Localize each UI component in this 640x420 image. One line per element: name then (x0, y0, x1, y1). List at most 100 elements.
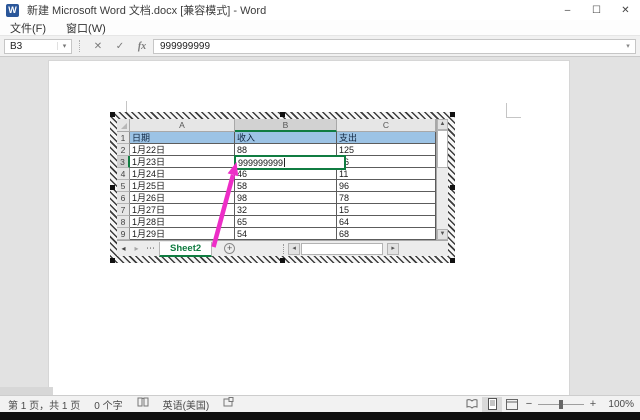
cell-b6[interactable]: 98 (235, 192, 337, 204)
formula-input[interactable]: 999999999 ▾ (153, 39, 636, 54)
window-title: 新建 Microsoft Word 文档.docx [兼容模式] - Word (27, 2, 266, 18)
cell-a5[interactable]: 1月25日 (130, 180, 235, 192)
embedded-excel-object[interactable]: A B C 1 日期 收入 支出 2 1月22日 88 125 (110, 112, 455, 263)
language-indicator[interactable]: 英语(美国) (163, 397, 210, 412)
row-header-3[interactable]: 3 (117, 156, 130, 168)
row-header-8[interactable]: 8 (117, 216, 130, 228)
cell-c6[interactable]: 78 (337, 192, 436, 204)
handle-top-left[interactable] (110, 112, 115, 117)
row-header-4[interactable]: 4 (117, 168, 130, 180)
cell-b8[interactable]: 65 (235, 216, 337, 228)
cancel-entry-icon[interactable]: ✕ (87, 41, 109, 52)
handle-top-middle[interactable] (280, 112, 285, 117)
row-header-5[interactable]: 5 (117, 180, 130, 192)
name-box[interactable]: B3 ▾ (4, 39, 72, 54)
cell-a6[interactable]: 1月26日 (130, 192, 235, 204)
zoom-slider-thumb[interactable] (559, 400, 563, 409)
cell-c4[interactable]: 11 (337, 168, 436, 180)
table-row: 9 1月29日 54 68 (117, 228, 436, 240)
crop-mark-top-left-v (126, 101, 127, 112)
handle-bottom-left[interactable] (110, 258, 115, 263)
zoom-out-button[interactable]: − (522, 398, 536, 410)
column-header-c[interactable]: C (337, 119, 436, 132)
insert-function-icon[interactable]: fx (131, 41, 153, 52)
row-header-9[interactable]: 9 (117, 228, 130, 240)
formula-bar-expand-icon[interactable]: ▾ (621, 42, 635, 50)
cell-a8[interactable]: 1月28日 (130, 216, 235, 228)
macro-record-icon[interactable] (223, 397, 234, 411)
enter-entry-icon[interactable]: ✓ (109, 41, 131, 52)
hscroll-right-icon[interactable]: ▸ (387, 243, 399, 255)
cell-c2[interactable]: 125 (337, 144, 436, 156)
cell-c5[interactable]: 96 (337, 180, 436, 192)
name-box-dropdown-icon[interactable]: ▾ (57, 42, 71, 50)
cell-c7[interactable]: 15 (337, 204, 436, 216)
handle-top-right[interactable] (450, 112, 455, 117)
zoom-slider[interactable] (538, 404, 584, 405)
prev-sheet-icon[interactable]: ◂ (117, 244, 130, 253)
row-header-2[interactable]: 2 (117, 144, 130, 156)
sheet-tab-bar: ◂ ▸ ⋯ Sheet2 + ◂ ▸ (117, 240, 448, 256)
active-cell-value: 999999999 (236, 158, 283, 168)
sheet-vertical-scrollbar[interactable]: ▲ ▼ (436, 119, 448, 240)
handle-bottom-right[interactable] (450, 258, 455, 263)
worksheet-view: A B C 1 日期 收入 支出 2 1月22日 88 125 (117, 119, 448, 256)
add-sheet-icon[interactable]: + (224, 243, 235, 254)
print-layout-icon[interactable] (482, 397, 502, 412)
scroll-down-icon[interactable]: ▼ (437, 229, 448, 240)
tabbar-separator (283, 244, 284, 254)
web-layout-icon[interactable] (502, 397, 522, 412)
zoom-percentage[interactable]: 100% (600, 399, 634, 410)
row-header-1[interactable]: 1 (117, 132, 130, 144)
cell-a7[interactable]: 1月27日 (130, 204, 235, 216)
column-header-b[interactable]: B (235, 119, 337, 132)
select-all-corner[interactable] (117, 119, 130, 132)
cell-a2[interactable]: 1月22日 (130, 144, 235, 156)
tab-sheet2[interactable]: Sheet2 (159, 242, 212, 257)
status-bar: 第 1 页，共 1 页 0 个字 英语(美国) − + 100% (0, 395, 640, 412)
scroll-up-icon[interactable]: ▲ (437, 119, 448, 130)
hscroll-left-icon[interactable]: ◂ (288, 243, 300, 255)
title-bar: W 新建 Microsoft Word 文档.docx [兼容模式] - Wor… (0, 0, 640, 20)
read-mode-icon[interactable] (462, 397, 482, 412)
active-cell-editor-b3[interactable]: 999999999 (234, 155, 346, 170)
cell-c1[interactable]: 支出 (337, 132, 436, 144)
cell-b7[interactable]: 32 (235, 204, 337, 216)
statusbar-right: − + 100% (462, 397, 634, 412)
cell-a4[interactable]: 1月24日 (130, 168, 235, 180)
cell-b9[interactable]: 54 (235, 228, 337, 240)
row-header-7[interactable]: 7 (117, 204, 130, 216)
cell-a3[interactable]: 1月23日 (130, 156, 235, 168)
close-button[interactable]: ✕ (611, 0, 640, 20)
zoom-in-button[interactable]: + (586, 398, 600, 410)
column-header-a[interactable]: A (130, 119, 235, 132)
proofing-icon[interactable] (137, 397, 149, 411)
crop-mark-top-right-v (506, 103, 507, 118)
menu-window[interactable]: 窗口(W) (56, 20, 116, 36)
document-area: A B C 1 日期 收入 支出 2 1月22日 88 125 (0, 57, 640, 395)
vertical-scroll-thumb[interactable] (437, 130, 448, 168)
horizontal-scroll-thumb[interactable] (301, 243, 383, 255)
word-count[interactable]: 0 个字 (94, 397, 122, 412)
cell-b5[interactable]: 58 (235, 180, 337, 192)
cell-c3[interactable]: 66 (337, 156, 436, 168)
minimize-button[interactable]: – (553, 0, 582, 20)
cell-c9[interactable]: 68 (337, 228, 436, 240)
cell-b1[interactable]: 收入 (235, 132, 337, 144)
cell-a9[interactable]: 1月29日 (130, 228, 235, 240)
handle-bottom-middle[interactable] (280, 258, 285, 263)
cell-c8[interactable]: 64 (337, 216, 436, 228)
cell-a1[interactable]: 日期 (130, 132, 235, 144)
page-indicator[interactable]: 第 1 页，共 1 页 (8, 397, 80, 412)
maximize-button[interactable]: ☐ (582, 0, 611, 20)
cell-grid: 1 日期 收入 支出 2 1月22日 88 125 3 1月23日 66 (117, 132, 436, 240)
table-row: 5 1月25日 58 96 (117, 180, 436, 192)
more-sheets-icon[interactable]: ⋯ (143, 243, 159, 254)
menu-file[interactable]: 文件(F) (0, 20, 56, 36)
next-sheet-icon[interactable]: ▸ (130, 244, 143, 253)
select-all-triangle-icon (121, 123, 127, 129)
row-header-6[interactable]: 6 (117, 192, 130, 204)
handle-left-middle[interactable] (110, 185, 115, 190)
name-box-value: B3 (5, 41, 57, 52)
handle-right-middle[interactable] (450, 185, 455, 190)
